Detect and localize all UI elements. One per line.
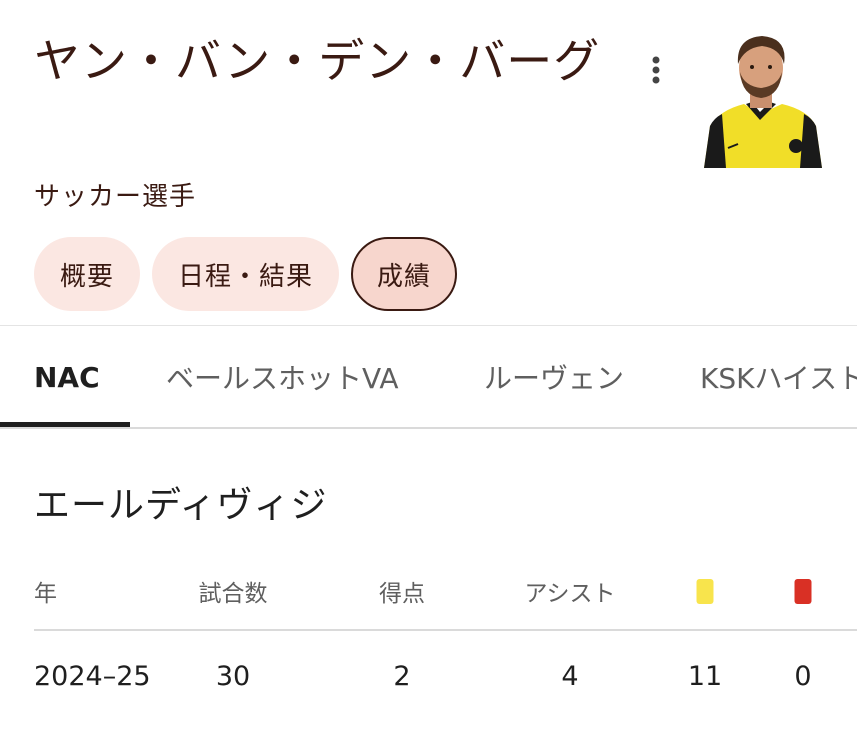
tab-ksk-heist[interactable]: KSKハイスト [700,326,857,428]
team-tabs: NAC ベールスホットVA ルーヴェン KSKハイスト [0,326,857,428]
cell-yellow-cards: 11 [687,661,723,692]
page-title: ヤン・バン・デン・バーグ [34,34,601,88]
page-subtitle: サッカー選手 [34,182,197,212]
chip-stats[interactable]: 成績 [351,237,458,311]
column-header-assists: アシスト [524,581,616,607]
tab-beerschot[interactable]: ベールスホットVA [166,326,399,428]
more-vert-icon [652,56,660,84]
column-header-matches: 試合数 [198,581,268,607]
red-card-icon [794,579,812,604]
tab-nac[interactable]: NAC [34,326,100,428]
cell-assists: 4 [561,661,579,692]
cell-red-cards: 0 [794,661,812,692]
cell-goals: 2 [393,661,411,692]
player-avatar[interactable] [700,30,826,168]
cell-matches: 30 [215,661,251,692]
yellow-card-icon [696,579,714,604]
column-header-year: 年 [34,581,57,607]
tab-leuven[interactable]: ルーヴェン [484,326,624,428]
competition-title: エールディヴィジ [34,485,328,526]
cell-year: 2024–25 [34,661,151,692]
table-header-divider [34,629,857,631]
tabs-divider [0,427,857,429]
section-chips: 概要 日程・結果 成績 [34,237,458,311]
player-photo [700,30,826,168]
column-header-goals: 得点 [379,581,425,607]
chip-overview[interactable]: 概要 [34,237,141,311]
chip-schedule-results[interactable]: 日程・結果 [152,237,340,311]
more-options-button[interactable] [640,50,672,90]
